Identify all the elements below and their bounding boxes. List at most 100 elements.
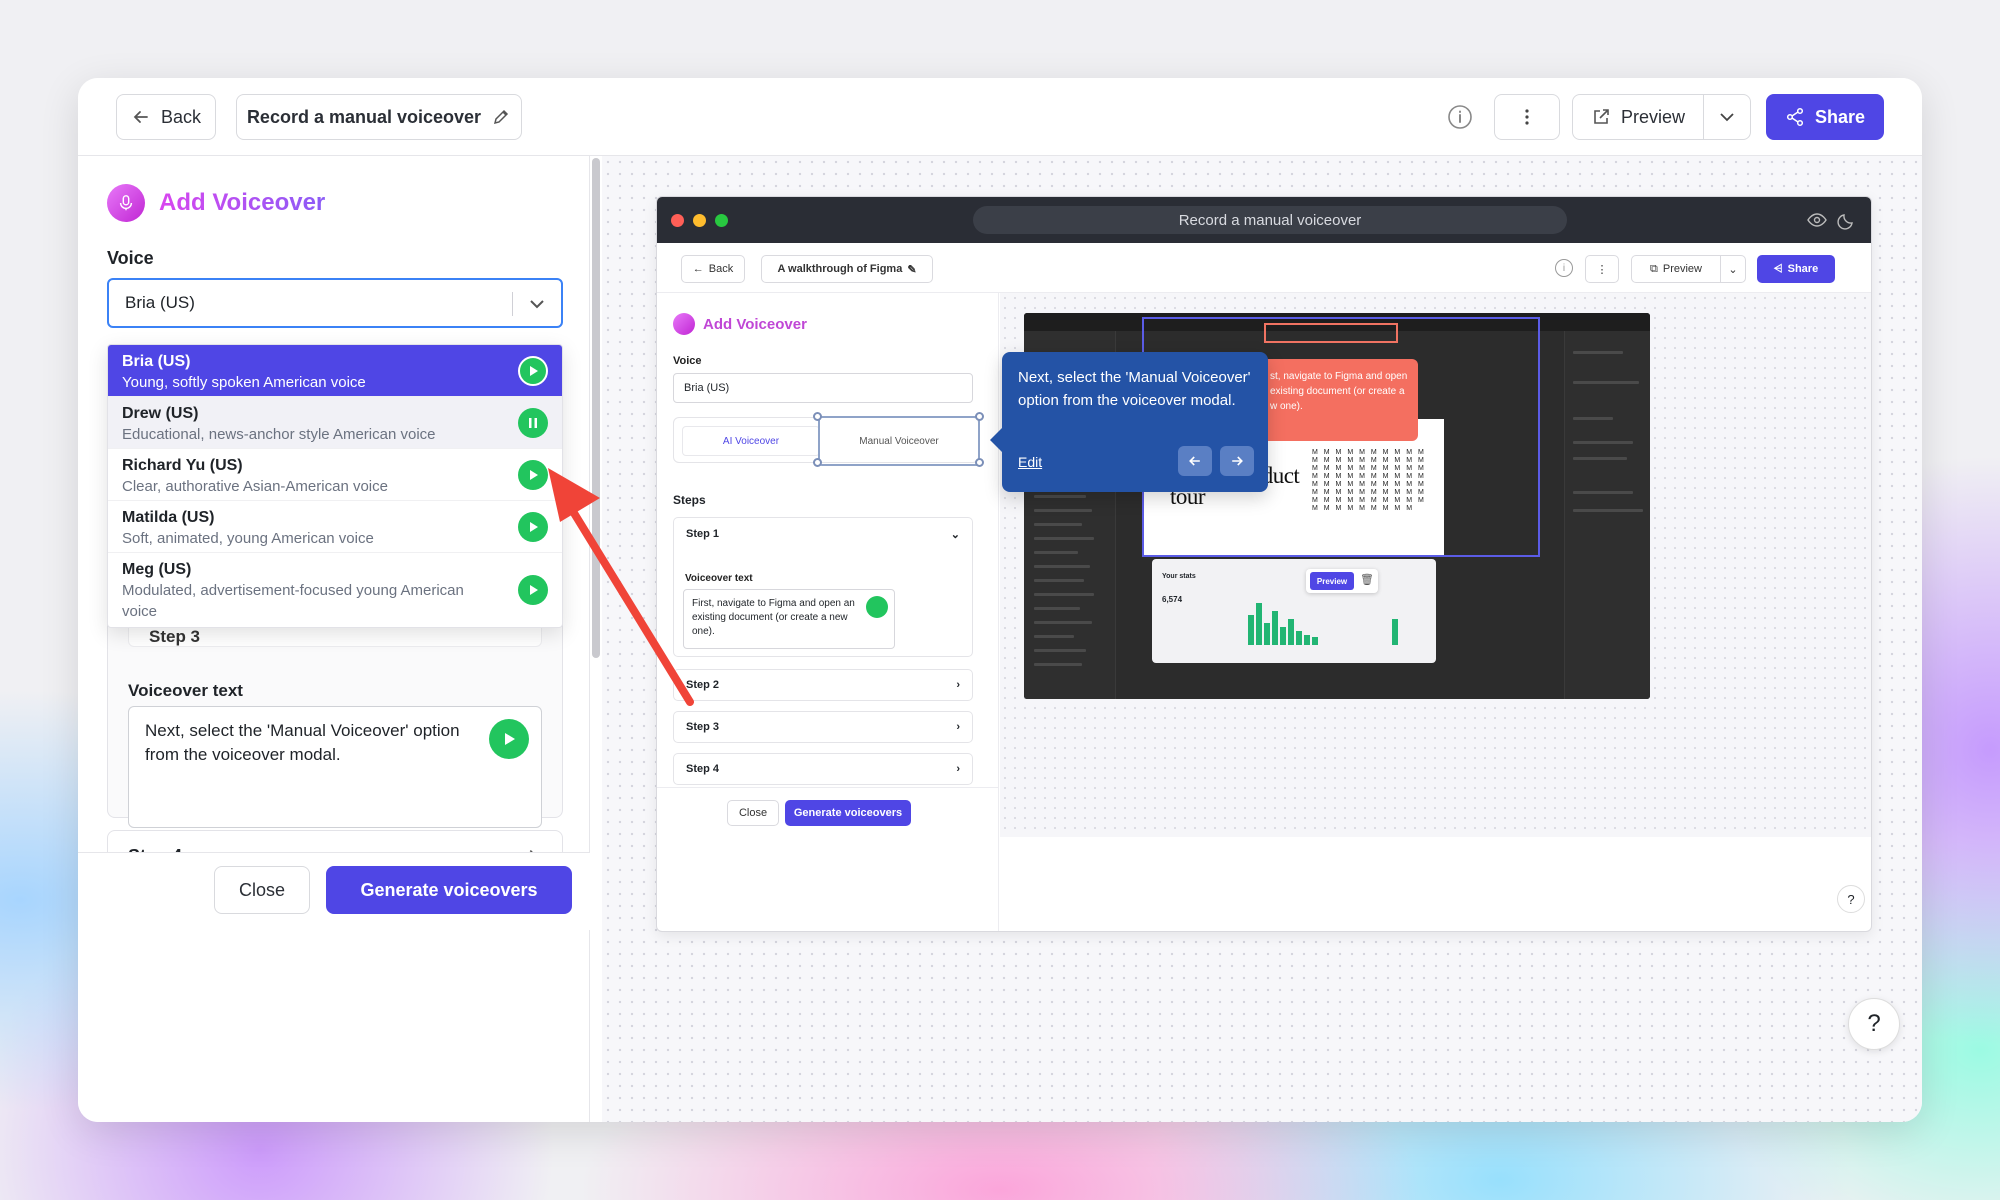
arrow-left-icon	[133, 111, 148, 123]
mini-title-button[interactable]: A walkthrough of Figma ✎	[761, 255, 933, 283]
step-3-label[interactable]: Step 3	[149, 627, 200, 647]
selection-handle	[813, 412, 822, 421]
maximize-dot-icon[interactable]	[715, 214, 728, 227]
play-sample-button[interactable]	[518, 355, 548, 386]
mini-generate-button[interactable]: Generate voiceovers	[785, 800, 911, 826]
voiceover-text-value: Next, select the 'Manual Voiceover' opti…	[145, 721, 460, 764]
voice-option-bria[interactable]: Bria (US) Young, softly spoken American …	[108, 345, 562, 397]
tour-next-button[interactable]	[1220, 446, 1254, 476]
figma-properties-panel	[1564, 331, 1650, 699]
voice-label: Voice	[107, 248, 154, 268]
vertical-dots-icon: ⋮	[1596, 263, 1608, 276]
mini-header: ← Back A walkthrough of Figma ✎ i ⋮ ⧉ Previ…	[657, 243, 1871, 293]
panel-scrollbar[interactable]	[592, 158, 600, 658]
play-voiceover-button[interactable]	[489, 719, 529, 759]
mini-voice-value: Bria (US)	[684, 382, 730, 394]
voice-option-name: Meg (US)	[122, 561, 192, 578]
voiceover-panel: Add Voiceover Voice Bria (US) Step 3 Voi…	[78, 156, 590, 1122]
mini-help-button[interactable]: ?	[1837, 885, 1865, 913]
voice-option-name: Matilda (US)	[122, 509, 215, 526]
info-icon[interactable]	[1446, 103, 1474, 131]
mini-step-1-text: First, navigate to Figma and open an exi…	[692, 598, 855, 637]
stats-label: Your stats	[1162, 573, 1196, 580]
microphone-icon	[673, 313, 695, 335]
mini-step-2-card[interactable]: Step 2 ›	[673, 669, 973, 701]
mini-step-2-label: Step 2	[686, 679, 720, 691]
info-icon[interactable]: i	[1555, 259, 1573, 277]
close-dot-icon[interactable]	[671, 214, 684, 227]
voice-option-name: Richard Yu (US)	[122, 457, 243, 474]
voice-option-desc: Modulated, advertisement-focused young A…	[122, 582, 464, 620]
preview-label: Preview	[1620, 106, 1686, 127]
title-button[interactable]: Record a manual voiceover	[236, 94, 522, 140]
chevron-down-icon[interactable]	[527, 294, 547, 314]
voice-option-name: Bria (US)	[122, 353, 191, 370]
figma-preview-button[interactable]: Preview	[1310, 572, 1354, 590]
share-button[interactable]: Share	[1766, 94, 1884, 140]
minimize-dot-icon[interactable]	[693, 214, 706, 227]
chevron-down-icon[interactable]: ⌄	[951, 528, 960, 541]
close-button[interactable]: Close	[214, 866, 310, 914]
mini-voice-label: Voice	[673, 355, 702, 367]
arrow-left-icon: ←	[692, 263, 704, 275]
mini-voice-select[interactable]: Bria (US)	[673, 373, 973, 403]
play-icon	[530, 365, 538, 376]
voice-option-matilda[interactable]: Matilda (US) Soft, animated, young Ameri…	[108, 501, 562, 553]
trash-icon[interactable]: 🗑	[1360, 573, 1374, 586]
mini-close-button[interactable]: Close	[727, 800, 779, 826]
play-sample-button[interactable]	[518, 575, 548, 605]
url-bar: Record a manual voiceover	[973, 206, 1567, 234]
tour-prev-button[interactable]	[1178, 446, 1212, 476]
help-button[interactable]: ?	[1848, 998, 1900, 1050]
mini-title: A walkthrough of Figma	[777, 263, 903, 275]
play-sample-button[interactable]	[518, 459, 548, 490]
mini-steps-heading: Steps	[673, 493, 706, 507]
moon-icon[interactable]	[1837, 210, 1857, 230]
mini-step-4-card[interactable]: Step 4 ›	[673, 753, 973, 785]
figma-stats-card: Your stats 6,574	[1152, 559, 1436, 663]
voiceover-textarea[interactable]: Next, select the 'Manual Voiceover' opti…	[128, 706, 542, 828]
preview-dropdown-button[interactable]	[1703, 94, 1751, 140]
mini-back-button[interactable]: ← Back	[681, 255, 745, 283]
back-button[interactable]: Back	[116, 94, 216, 140]
voice-select[interactable]: Bria (US)	[107, 278, 563, 328]
voice-dropdown: Bria (US) Young, softly spoken American …	[107, 344, 563, 628]
preview-button[interactable]: Preview	[1572, 94, 1704, 140]
panel-title: Add Voiceover	[159, 189, 326, 216]
arrow-left-icon	[1189, 456, 1200, 466]
voice-option-meg[interactable]: Meg (US) Modulated, advertisement-focuse…	[108, 553, 562, 627]
play-icon[interactable]	[866, 596, 888, 618]
mini-share-button[interactable]: ⩤ Share	[1757, 255, 1835, 283]
vertical-dots-icon	[1525, 109, 1529, 125]
pause-sample-button[interactable]	[518, 407, 548, 438]
play-sample-button[interactable]	[518, 511, 548, 542]
chevron-down-icon	[1720, 113, 1734, 122]
highlight-rectangle	[1264, 323, 1398, 343]
play-icon	[530, 521, 538, 532]
voice-option-drew[interactable]: Drew (US) Educational, news-anchor style…	[108, 397, 562, 449]
voice-select-value: Bria (US)	[125, 293, 195, 312]
tour-edit-link[interactable]: Edit	[1018, 454, 1042, 470]
eye-icon[interactable]	[1807, 210, 1827, 230]
mini-step-4-label: Step 4	[686, 763, 720, 775]
mini-step-1-label[interactable]: Step 1	[686, 528, 719, 540]
stats-value: 6,574	[1162, 595, 1183, 604]
chevron-down-icon[interactable]: ⌄	[1720, 255, 1746, 283]
mini-voiceover-textarea[interactable]: First, navigate to Figma and open an exi…	[683, 589, 895, 649]
tab-ai-voiceover[interactable]: AI Voiceover	[682, 426, 820, 456]
mini-more-button[interactable]: ⋮	[1585, 255, 1619, 283]
more-options-button[interactable]	[1494, 94, 1560, 140]
play-icon	[505, 733, 515, 745]
voice-option-richard[interactable]: Richard Yu (US) Clear, authorative Asian…	[108, 449, 562, 501]
generate-voiceovers-button[interactable]: Generate voiceovers	[326, 866, 572, 914]
chevron-right-icon: ›	[956, 679, 960, 691]
external-link-icon: ⧉	[1650, 262, 1658, 275]
share-label: Share	[1814, 106, 1866, 127]
mini-preview-button[interactable]: ⧉ Preview	[1631, 255, 1721, 283]
select-divider	[512, 292, 513, 316]
mini-back-label: Back	[708, 263, 734, 275]
selection-handle	[975, 458, 984, 467]
figma-preview-toolbar: Preview 🗑	[1306, 569, 1378, 593]
tab-manual-voiceover[interactable]: Manual Voiceover	[818, 416, 980, 466]
mini-step-3-card[interactable]: Step 3 ›	[673, 711, 973, 743]
